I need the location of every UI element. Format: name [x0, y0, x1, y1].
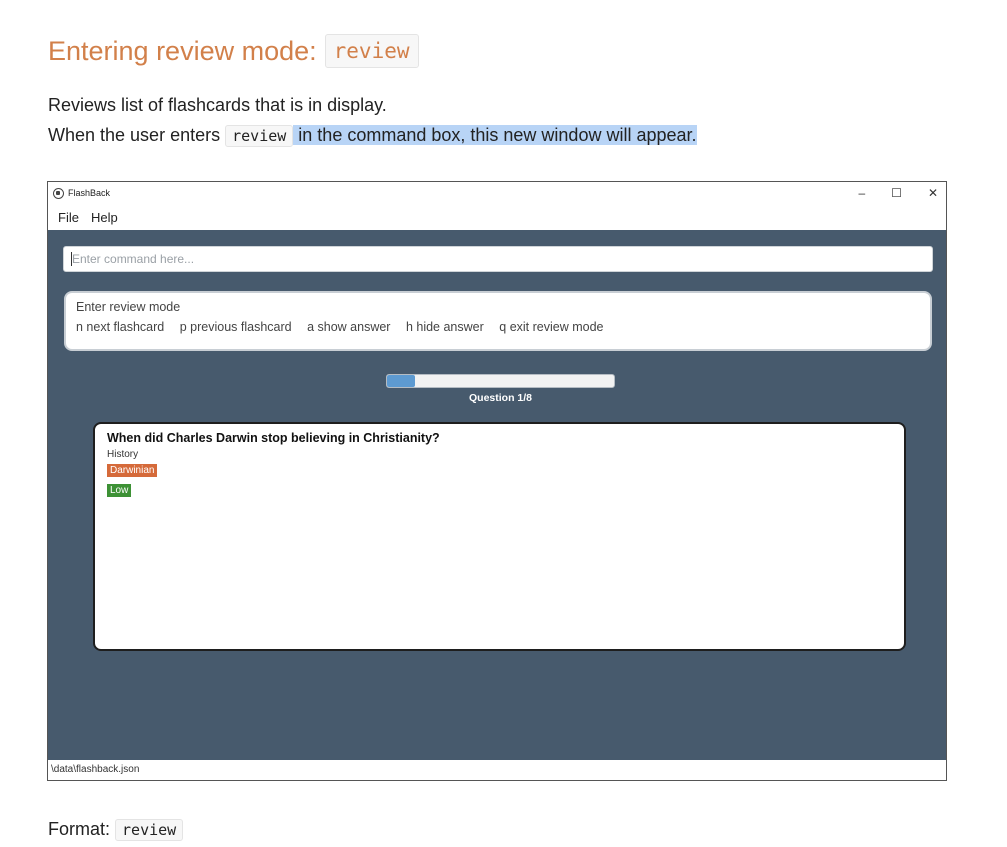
maximize-button[interactable]: ☐	[891, 186, 902, 200]
description-line-1: Reviews list of flashcards that is in di…	[48, 95, 387, 115]
hint-hide-answer: h hide answer	[405, 320, 484, 334]
progress-label: Question 1/8	[468, 392, 532, 404]
progress-fill	[387, 375, 416, 387]
main-panel: Enter command here... Enter review mode …	[48, 230, 946, 761]
menu-help[interactable]: Help	[91, 210, 118, 225]
result-hints: n next flashcard p previous flashcard a …	[76, 320, 920, 334]
hint-exit: q exit review mode	[499, 320, 604, 334]
hint-show-answer: a show answer	[307, 320, 391, 334]
format-line: Format: review	[48, 819, 184, 841]
status-bar-path: \data\flashback.json	[48, 760, 946, 780]
format-code: review	[115, 819, 184, 841]
hint-next: n next flashcard	[76, 320, 165, 334]
result-display: Enter review mode n next flashcard p pre…	[64, 291, 932, 351]
heading-code: review	[324, 34, 419, 68]
result-title: Enter review mode	[76, 300, 181, 314]
flashback-window: FlashBack – ☐ ✕ File Help Enter command …	[47, 181, 947, 781]
flashcard-question: When did Charles Darwin stop believing i…	[107, 431, 440, 445]
command-input[interactable]: Enter command here...	[63, 246, 933, 272]
section-heading-text: Entering review mode:	[48, 35, 317, 66]
menu-bar: File Help	[48, 204, 946, 230]
app-logo-icon	[53, 187, 64, 199]
window-title: FlashBack	[68, 188, 111, 198]
flashcard-tag: Darwinian	[107, 464, 158, 477]
close-button[interactable]: ✕	[928, 186, 938, 200]
inline-code-review: review	[225, 125, 294, 147]
section-heading: Entering review mode: review	[48, 34, 419, 68]
minimize-button[interactable]: –	[858, 186, 865, 200]
window-titlebar: FlashBack – ☐ ✕	[48, 182, 946, 204]
format-label: Format:	[48, 819, 111, 839]
description-text-before: When the user enters	[48, 125, 221, 145]
hint-previous: p previous flashcard	[179, 320, 292, 334]
flashcard[interactable]: When did Charles Darwin stop believing i…	[93, 422, 906, 651]
review-progress-bar	[386, 374, 615, 388]
highlighted-text: in the command box, this new window will…	[293, 125, 697, 145]
description-line-2: When the user enters review in the comma…	[48, 125, 697, 147]
flashcard-category: History	[107, 449, 139, 460]
menu-file[interactable]: File	[58, 210, 79, 225]
priority-badge: Low	[107, 484, 132, 497]
